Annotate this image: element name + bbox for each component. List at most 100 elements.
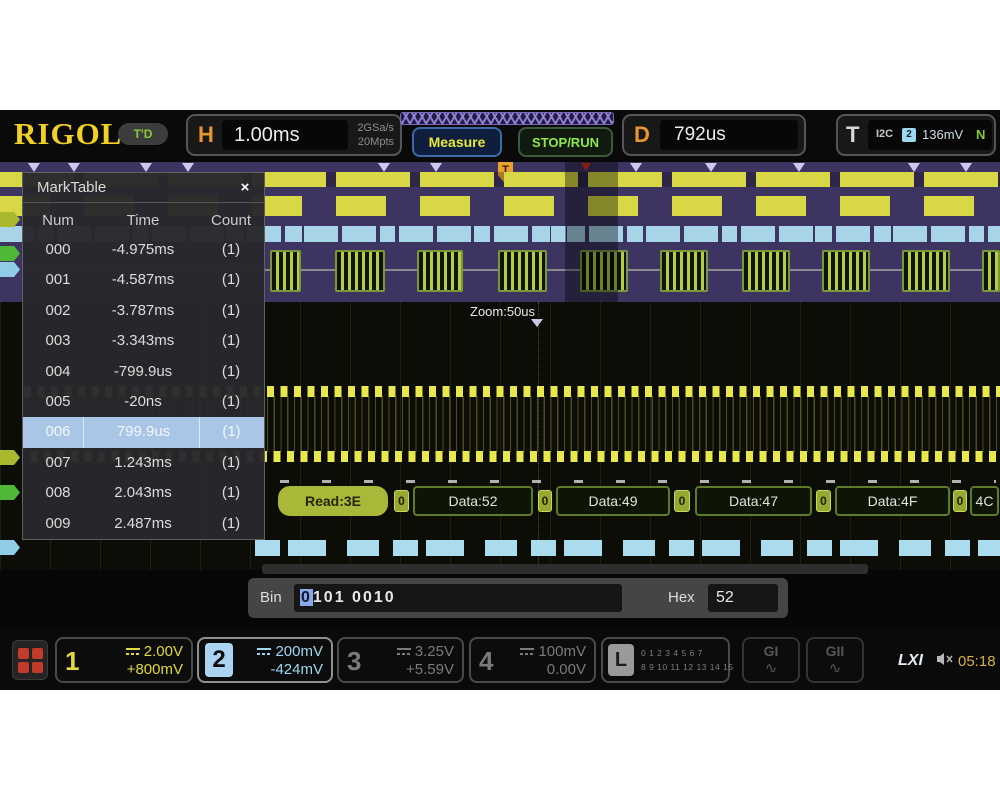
table-row[interactable]: 005 -20ns (1): [23, 387, 264, 417]
table-row[interactable]: 003 -3.343ms (1): [23, 326, 264, 356]
channel-marker-chevron: [960, 163, 972, 172]
decode-burst-box: [982, 250, 1000, 292]
decode-ack-box: 0: [538, 490, 552, 512]
digital-activity-ribbon: [400, 112, 614, 125]
channel-marker-chevron: [140, 163, 152, 172]
decode-data-box: Data:47: [695, 486, 812, 516]
t-label: T: [846, 116, 859, 154]
rigol-logo: RIGOL: [14, 116, 122, 152]
decode-burst-box: [742, 250, 790, 292]
table-row[interactable]: 007 1.243ms (1): [23, 448, 264, 478]
decode-burst-box: [417, 250, 463, 292]
bin-value-field[interactable]: 0101 0010: [294, 584, 622, 612]
channel-3-block[interactable]: 3 3.25V +5.59V: [337, 637, 464, 683]
dc-coupling-icon: [126, 647, 140, 657]
decode-ack-box: 0: [816, 490, 831, 512]
trigger-slope: N: [976, 127, 985, 142]
channel-2-scale: 200mV: [275, 643, 323, 660]
channel-marker-chevron: [182, 163, 194, 172]
measure-button[interactable]: Measure: [412, 127, 502, 157]
channel-4-scale: 100mV: [538, 643, 586, 660]
row-count: (1): [199, 509, 263, 539]
table-row[interactable]: 001 -4.587ms (1): [23, 265, 264, 295]
decode-burst-box: [270, 250, 301, 292]
zoom-scale-label: Zoom:50us: [470, 304, 535, 319]
zoom-center-chevron: [531, 319, 543, 327]
row-count: (1): [199, 265, 263, 295]
column-time: Time: [83, 207, 203, 235]
channel-marker-chevron: [28, 163, 40, 172]
stop-run-button[interactable]: STOP/RUN: [518, 127, 613, 157]
decode-data-box: Data:4F: [835, 486, 950, 516]
table-row[interactable]: 000 -4.975ms (1): [23, 235, 264, 265]
trigger-info-box[interactable]: I2C 2 136mV N: [868, 120, 992, 150]
oscilloscope-screen: RIGOL T'D H 1.00ms 2GSa/s 20Mpts Measure…: [0, 110, 1000, 690]
logic-channels-block[interactable]: L 0 1 2 3 4 5 6 7 8 9 10 11 12 13 14 15: [601, 637, 730, 683]
channel-4-block[interactable]: 4 100mV 0.00V: [469, 637, 596, 683]
page-canvas: RIGOL T'D H 1.00ms 2GSa/s 20Mpts Measure…: [0, 0, 1000, 800]
marktable-header-row: Num Time Count: [23, 207, 264, 235]
channel-3-info: 3.25V +5.59V: [362, 643, 454, 679]
delay-value[interactable]: 792us: [660, 120, 798, 150]
row-count: (1): [199, 326, 263, 356]
trigger-status-badge[interactable]: T'D: [118, 123, 168, 145]
sample-rate: 2GSa/s: [334, 121, 394, 135]
binhex-readout-bar: Bin 0101 0010 Hex 52: [248, 578, 788, 618]
table-row[interactable]: 004 -799.9us (1): [23, 357, 264, 387]
row-count: (1): [199, 417, 263, 447]
channel-marker-chevron: [793, 163, 805, 172]
table-row-selected[interactable]: 006 799.9us (1): [23, 417, 264, 447]
row-count: (1): [199, 235, 263, 265]
top-bar: RIGOL T'D H 1.00ms 2GSa/s 20Mpts Measure…: [0, 110, 1000, 160]
bin-cursor-digit: 0: [300, 589, 313, 606]
trigger-group[interactable]: T I2C 2 136mV N: [836, 114, 996, 156]
generator-1-label: GI: [744, 641, 798, 661]
row-count: (1): [199, 478, 263, 508]
channel-2-number: 2: [205, 643, 233, 677]
decode-ack-box: 0: [674, 490, 690, 512]
decode-data-box: 4C: [970, 486, 999, 516]
dc-coupling-icon: [397, 647, 411, 657]
table-row[interactable]: 002 -3.787ms (1): [23, 296, 264, 326]
row-time: 2.487ms: [83, 509, 203, 539]
acquisition-rates: 2GSa/s 20Mpts: [334, 121, 394, 149]
logic-row-2: 8 9 10 11 12 13 14 15: [641, 660, 727, 674]
lxi-logo: LXI: [898, 652, 923, 670]
generator-2-label: GII: [808, 641, 862, 661]
timebase-value[interactable]: 1.00ms: [222, 120, 348, 150]
generator-2-button[interactable]: GII ∿: [806, 637, 864, 683]
menu-grid-button[interactable]: [12, 640, 48, 680]
channel-4-number: 4: [479, 645, 493, 677]
table-row[interactable]: 009 2.487ms (1): [23, 509, 264, 539]
channel-1-block[interactable]: 1 2.00V +800mV: [55, 637, 193, 683]
memory-depth: 20Mpts: [334, 135, 394, 149]
row-time: 2.043ms: [83, 478, 203, 508]
sda-data-waveform: [255, 540, 1000, 556]
row-count: (1): [199, 296, 263, 326]
marktable-titlebar[interactable]: MarkTable ×: [23, 173, 264, 203]
bin-digits: 101 0010: [313, 589, 396, 606]
hex-value-field[interactable]: 52: [708, 584, 778, 612]
close-icon[interactable]: ×: [233, 177, 257, 199]
channel-2-block[interactable]: 2 200mV -424mV: [197, 637, 333, 683]
channel-1-info: 2.00V +800mV: [91, 643, 183, 679]
dc-coupling-icon: [257, 647, 271, 657]
decode-burst-box: [822, 250, 870, 292]
marktable-title: MarkTable: [37, 179, 106, 196]
decode-burst-box: [335, 250, 385, 292]
channel-2-offset: -424mV: [270, 661, 323, 678]
row-time: 1.243ms: [83, 448, 203, 478]
channel-3-number: 3: [347, 645, 361, 677]
horizontal-group[interactable]: H 1.00ms 2GSa/s 20Mpts: [186, 114, 402, 156]
logic-label: L: [608, 644, 634, 676]
row-time: -4.587ms: [83, 265, 203, 295]
delay-group[interactable]: D 792us: [622, 114, 806, 156]
zoom-region-shade[interactable]: [565, 162, 618, 302]
sine-wave-icon: ∿: [744, 661, 798, 677]
channel-1-offset: +800mV: [127, 661, 183, 678]
generator-1-button[interactable]: GI ∿: [742, 637, 800, 683]
row-time: -3.787ms: [83, 296, 203, 326]
channel-4-offset: 0.00V: [547, 661, 586, 678]
row-count: (1): [199, 387, 263, 417]
table-row[interactable]: 008 2.043ms (1): [23, 478, 264, 508]
